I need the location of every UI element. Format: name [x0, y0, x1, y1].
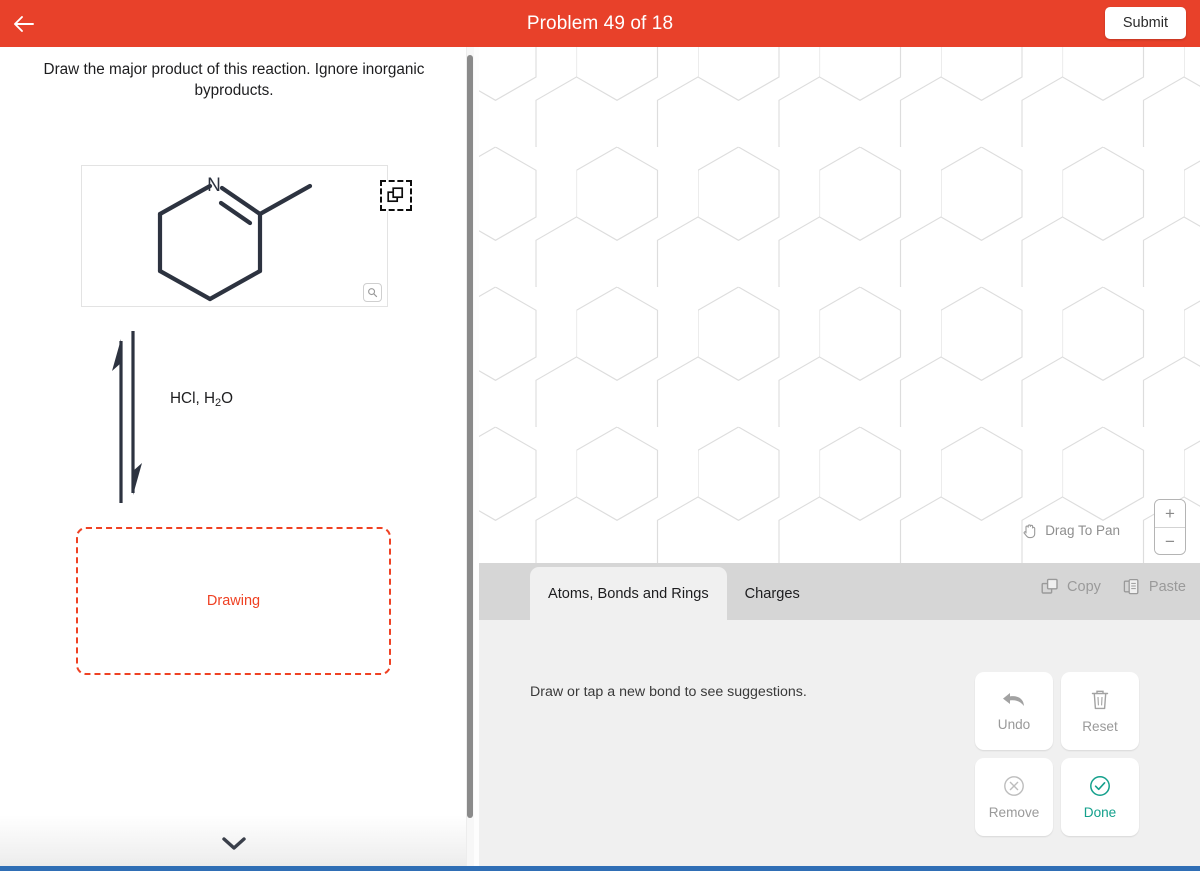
problem-panel: Draw the major product of this reaction.…: [0, 47, 468, 871]
expand-panel-button[interactable]: [0, 815, 468, 871]
app-header: Problem 49 of 18 Submit: [0, 0, 1200, 47]
clipboard-tools: Copy Paste: [1041, 578, 1186, 596]
trash-icon: [1091, 690, 1109, 710]
action-button-grid: Undo Reset Remove Done: [975, 672, 1139, 836]
suggestions-panel: Draw or tap a new bond to see suggestion…: [479, 620, 1200, 871]
zoom-out-button[interactable]: −: [1155, 528, 1185, 554]
equilibrium-arrow: [100, 327, 160, 507]
pan-hint: Drag To Pan: [1022, 522, 1120, 539]
submit-button[interactable]: Submit: [1104, 7, 1186, 39]
copy-structure-button[interactable]: [380, 180, 412, 211]
copy-label: Copy: [1067, 579, 1101, 595]
reaction-arrow-icon: [112, 331, 142, 503]
reagent-text-before: HCl, H: [170, 390, 216, 407]
undo-label: Undo: [997, 717, 1031, 732]
magnify-icon: [368, 288, 378, 298]
molecule-structure: N: [157, 175, 313, 302]
prompt-text: Draw the major product of this reaction.…: [43, 61, 425, 99]
editor-panel: Drag To Pan + − Atoms, Bonds and Rings C…: [479, 47, 1200, 871]
paste-icon: [1123, 578, 1139, 595]
undo-button[interactable]: Undo: [975, 672, 1053, 750]
copy-icon: [1041, 578, 1058, 594]
reagent-subscript: 2: [215, 397, 222, 409]
reactant-molecule-box[interactable]: N: [81, 165, 412, 307]
suggestion-hint: Draw or tap a new bond to see suggestion…: [530, 684, 807, 700]
editor-tabbar: Atoms, Bonds and Rings Charges Copy Past…: [479, 563, 1200, 620]
tab-charges[interactable]: Charges: [727, 567, 818, 620]
reagent-label: HCl, H2O: [170, 390, 234, 409]
undo-arrow-icon: [1003, 693, 1024, 706]
drawing-dropzone[interactable]: Drawing: [76, 527, 391, 675]
problem-screen: Problem 49 of 18 Submit Draw the major p…: [0, 0, 1200, 871]
reset-label: Reset: [1082, 719, 1118, 734]
tab-atoms-bonds-rings-label: Atoms, Bonds and Rings: [548, 585, 709, 602]
remove-button[interactable]: Remove: [975, 758, 1053, 836]
done-button[interactable]: Done: [1061, 758, 1139, 836]
remove-label: Remove: [988, 805, 1040, 820]
reset-button[interactable]: Reset: [1061, 672, 1139, 750]
paste-label: Paste: [1148, 579, 1186, 595]
check-circle-icon: [1090, 776, 1110, 796]
copy-button[interactable]: Copy: [1041, 578, 1101, 596]
tab-atoms-bonds-rings[interactable]: Atoms, Bonds and Rings: [530, 567, 727, 620]
zoom-in-button[interactable]: +: [1155, 500, 1185, 527]
hand-icon: [1023, 524, 1036, 539]
tab-charges-label: Charges: [744, 585, 800, 602]
reagent-text-after: O: [221, 390, 234, 407]
paste-button[interactable]: Paste: [1123, 578, 1186, 596]
page-title: Problem 49 of 18: [526, 13, 674, 34]
pan-hint-label: Drag To Pan: [1045, 523, 1120, 538]
remove-circle-icon: [1004, 776, 1024, 796]
copy-icon: [387, 186, 404, 202]
zoom-structure-button[interactable]: [363, 283, 382, 302]
bottom-status-bar: [0, 866, 1200, 871]
chevron-down-icon: [222, 836, 246, 850]
drawing-placeholder-label: Drawing: [206, 593, 261, 609]
drawing-canvas[interactable]: Drag To Pan + −: [479, 47, 1200, 563]
done-label: Done: [1083, 805, 1117, 820]
zoom-controls: + −: [1154, 499, 1186, 555]
scrollbar-thumb[interactable]: [467, 55, 473, 818]
hexagon-grid: [479, 47, 1200, 563]
nitrogen-atom-label: N: [207, 175, 221, 196]
